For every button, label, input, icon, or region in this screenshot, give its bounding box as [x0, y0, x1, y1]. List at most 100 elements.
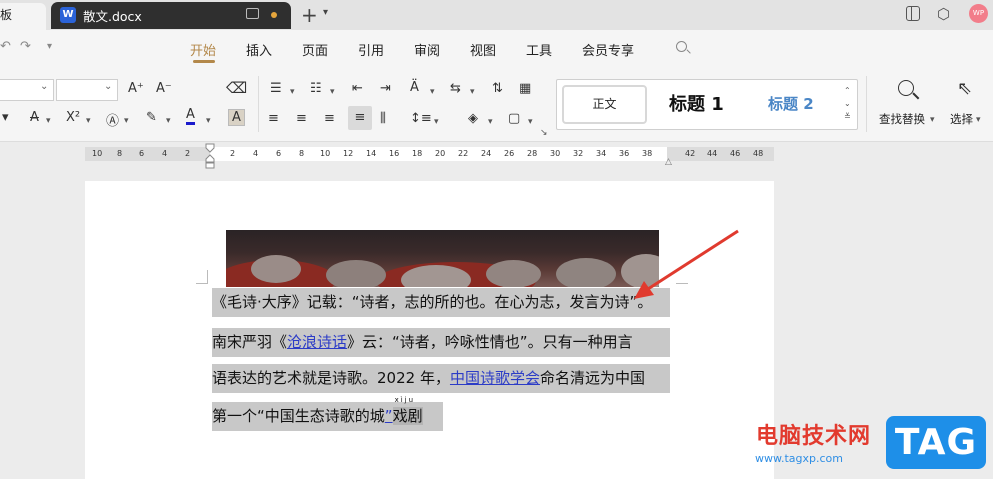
ruler-number: 24 [481, 149, 492, 158]
char-shading-icon[interactable]: A [228, 109, 245, 126]
find-replace-icon-handle [912, 92, 920, 100]
chevron-down-icon[interactable]: ▾ [930, 115, 935, 125]
menu-review[interactable]: 审阅 [414, 40, 440, 59]
style-heading-1[interactable]: 标题 1 [669, 90, 724, 116]
numbered-list-icon[interactable]: ☷ [310, 81, 322, 96]
ruler-number: 32 [573, 149, 584, 158]
ribbon-menu-bar: ↶ ↷ ▾ 开始 插入 页面 引用 审阅 视图 工具 会员专享 [0, 30, 993, 66]
menu-home[interactable]: 开始 [190, 40, 216, 59]
ruler-number: 10 [92, 149, 103, 158]
document-image[interactable] [226, 230, 659, 287]
strikethrough-icon[interactable]: A [30, 110, 39, 125]
search-icon[interactable] [676, 41, 687, 52]
highlight-icon[interactable]: ✎ [146, 110, 157, 125]
ruler-number: 6 [139, 149, 145, 158]
ruler-number: 14 [366, 149, 377, 158]
undo-icon[interactable]: ↶ [0, 39, 11, 54]
chevron-down-icon[interactable]: ▾ [290, 87, 295, 97]
paragraph-text: 南宋严羽《 [212, 333, 288, 351]
toolbar-divider [866, 76, 867, 132]
right-indent-marker-icon[interactable]: △ [665, 157, 672, 167]
chevron-down-icon[interactable]: ▾ [46, 116, 51, 126]
chevron-down-icon[interactable]: ▾ [470, 87, 475, 97]
justify-icon[interactable]: ≡ [348, 106, 372, 130]
ruler-number: 30 [550, 149, 561, 158]
word-doc-icon: W [60, 7, 76, 23]
chevron-down-icon[interactable]: ▾ [166, 116, 171, 126]
chevron-down-icon[interactable]: ▾ [330, 87, 335, 97]
ruler-number: 2 [185, 149, 191, 158]
shading-icon[interactable]: ◈ [468, 111, 478, 126]
text-line-4[interactable]: 第一个“中国生态诗歌的城” xìju 戏剧 [212, 396, 443, 431]
chevron-down-icon[interactable]: ⌄ [104, 81, 112, 92]
chevron-down-icon[interactable]: ▾ [206, 116, 211, 126]
text-line-1[interactable]: 《毛诗·大序》记载：“诗者，志的所的也。在心为志，发言为诗”。 [212, 288, 670, 317]
menu-reference[interactable]: 引用 [358, 40, 384, 59]
menu-page[interactable]: 页面 [302, 40, 328, 59]
find-replace-icon[interactable] [898, 80, 914, 96]
decrease-indent-icon[interactable]: ⇤ [352, 81, 363, 96]
hyperlink-quote[interactable]: ” [385, 407, 393, 425]
chevron-down-icon[interactable]: ▾ [323, 7, 328, 18]
sidebar-toggle-icon[interactable] [906, 6, 920, 21]
find-replace-label[interactable]: 查找替换 [879, 111, 925, 127]
chevron-down-icon[interactable]: ▾ [430, 87, 435, 97]
line-spacing-icon[interactable]: ↕≡ [410, 111, 432, 126]
chevron-down-icon[interactable]: ▾ [976, 115, 981, 125]
sort-icon[interactable]: ⇅ [492, 81, 503, 96]
text-effect-icon[interactable]: Ⓐ [106, 110, 119, 129]
distribute-icon[interactable]: ⫼ [380, 111, 386, 126]
grow-font-icon[interactable]: A⁺ [128, 81, 144, 96]
style-scroll-icon[interactable]: ⌃ ⌄ ≚ [844, 84, 851, 123]
left-indent-marker-icon[interactable] [205, 143, 215, 169]
style-normal[interactable]: 正文 [562, 85, 647, 124]
align-left-icon[interactable]: ≡ [268, 111, 279, 126]
hyperlink-canglang[interactable]: 沧浪诗话 [287, 333, 347, 351]
font-color-icon[interactable]: A [186, 108, 195, 125]
chevron-down-icon[interactable]: ▾ [86, 116, 91, 126]
text-direction-icon[interactable]: Ä [410, 80, 419, 95]
chevron-down-icon[interactable]: ⌄ [40, 81, 48, 92]
border-icon[interactable]: ▢ [508, 111, 520, 126]
menu-member[interactable]: 会员专享 [582, 40, 634, 59]
paragraph-text: 《毛诗·大序》记载：“诗者，志的所的也。在心为志，发言为诗”。 [212, 293, 653, 311]
chevron-down-icon[interactable]: ▾ [488, 117, 493, 127]
line-break-icon[interactable]: ⇆ [450, 81, 461, 96]
cube-icon[interactable]: ⬡ [937, 5, 950, 23]
tab-previous[interactable]: 板 [0, 3, 46, 30]
menu-tools[interactable]: 工具 [526, 40, 552, 59]
menu-view[interactable]: 视图 [470, 40, 496, 59]
tab-document[interactable]: W 散文.docx [51, 2, 291, 29]
ruler-number: 42 [685, 149, 696, 158]
chevron-down-icon[interactable]: ▾ [124, 116, 129, 126]
eraser-icon[interactable]: ⌫ [226, 79, 247, 97]
monitor-icon[interactable] [246, 8, 259, 19]
menu-insert[interactable]: 插入 [246, 40, 272, 59]
increase-indent-icon[interactable]: ⇥ [380, 81, 391, 96]
align-center-icon[interactable]: ≡ [296, 111, 307, 126]
toolbar-divider [258, 76, 259, 132]
ruler-number: 26 [504, 149, 515, 158]
bullet-list-icon[interactable]: ☰ [270, 81, 282, 96]
align-right-icon[interactable]: ≡ [324, 111, 335, 126]
chevron-down-icon[interactable]: ▾ [47, 41, 52, 52]
paragraph-settings-icon[interactable]: ↘ [540, 128, 548, 138]
style-gallery[interactable]: 正文 标题 1 标题 2 ⌃ ⌄ ≚ [556, 79, 858, 130]
ruby-word[interactable]: xìju 戏剧 [392, 396, 423, 425]
avatar[interactable]: WP [969, 4, 988, 23]
style-heading-2[interactable]: 标题 2 [768, 93, 814, 114]
shrink-font-icon[interactable]: A⁻ [156, 81, 172, 96]
chevron-down-icon[interactable]: ▾ [434, 117, 439, 127]
text-line-2[interactable]: 南宋严羽《沧浪诗话》云：“诗者，吟咏性情也”。只有一种用言 [212, 328, 670, 357]
text-line-3[interactable]: 语表达的艺术就是诗歌。2022 年，中国诗歌学会命名清远为中国 [212, 364, 670, 393]
new-tab-plus-icon[interactable]: + [301, 3, 318, 27]
underline-dropdown-icon[interactable]: ▾ [2, 110, 9, 125]
select-cursor-icon[interactable]: ⇖ [957, 78, 972, 99]
select-label[interactable]: 选择 [950, 111, 973, 127]
superscript-icon[interactable]: X² [66, 110, 80, 125]
redo-icon[interactable]: ↷ [20, 39, 31, 54]
ruler-number: 48 [753, 149, 764, 158]
show-marks-icon[interactable]: ▦ [519, 81, 531, 96]
hyperlink-poetry-society[interactable]: 中国诗歌学会 [450, 369, 540, 387]
chevron-down-icon[interactable]: ▾ [528, 117, 533, 127]
